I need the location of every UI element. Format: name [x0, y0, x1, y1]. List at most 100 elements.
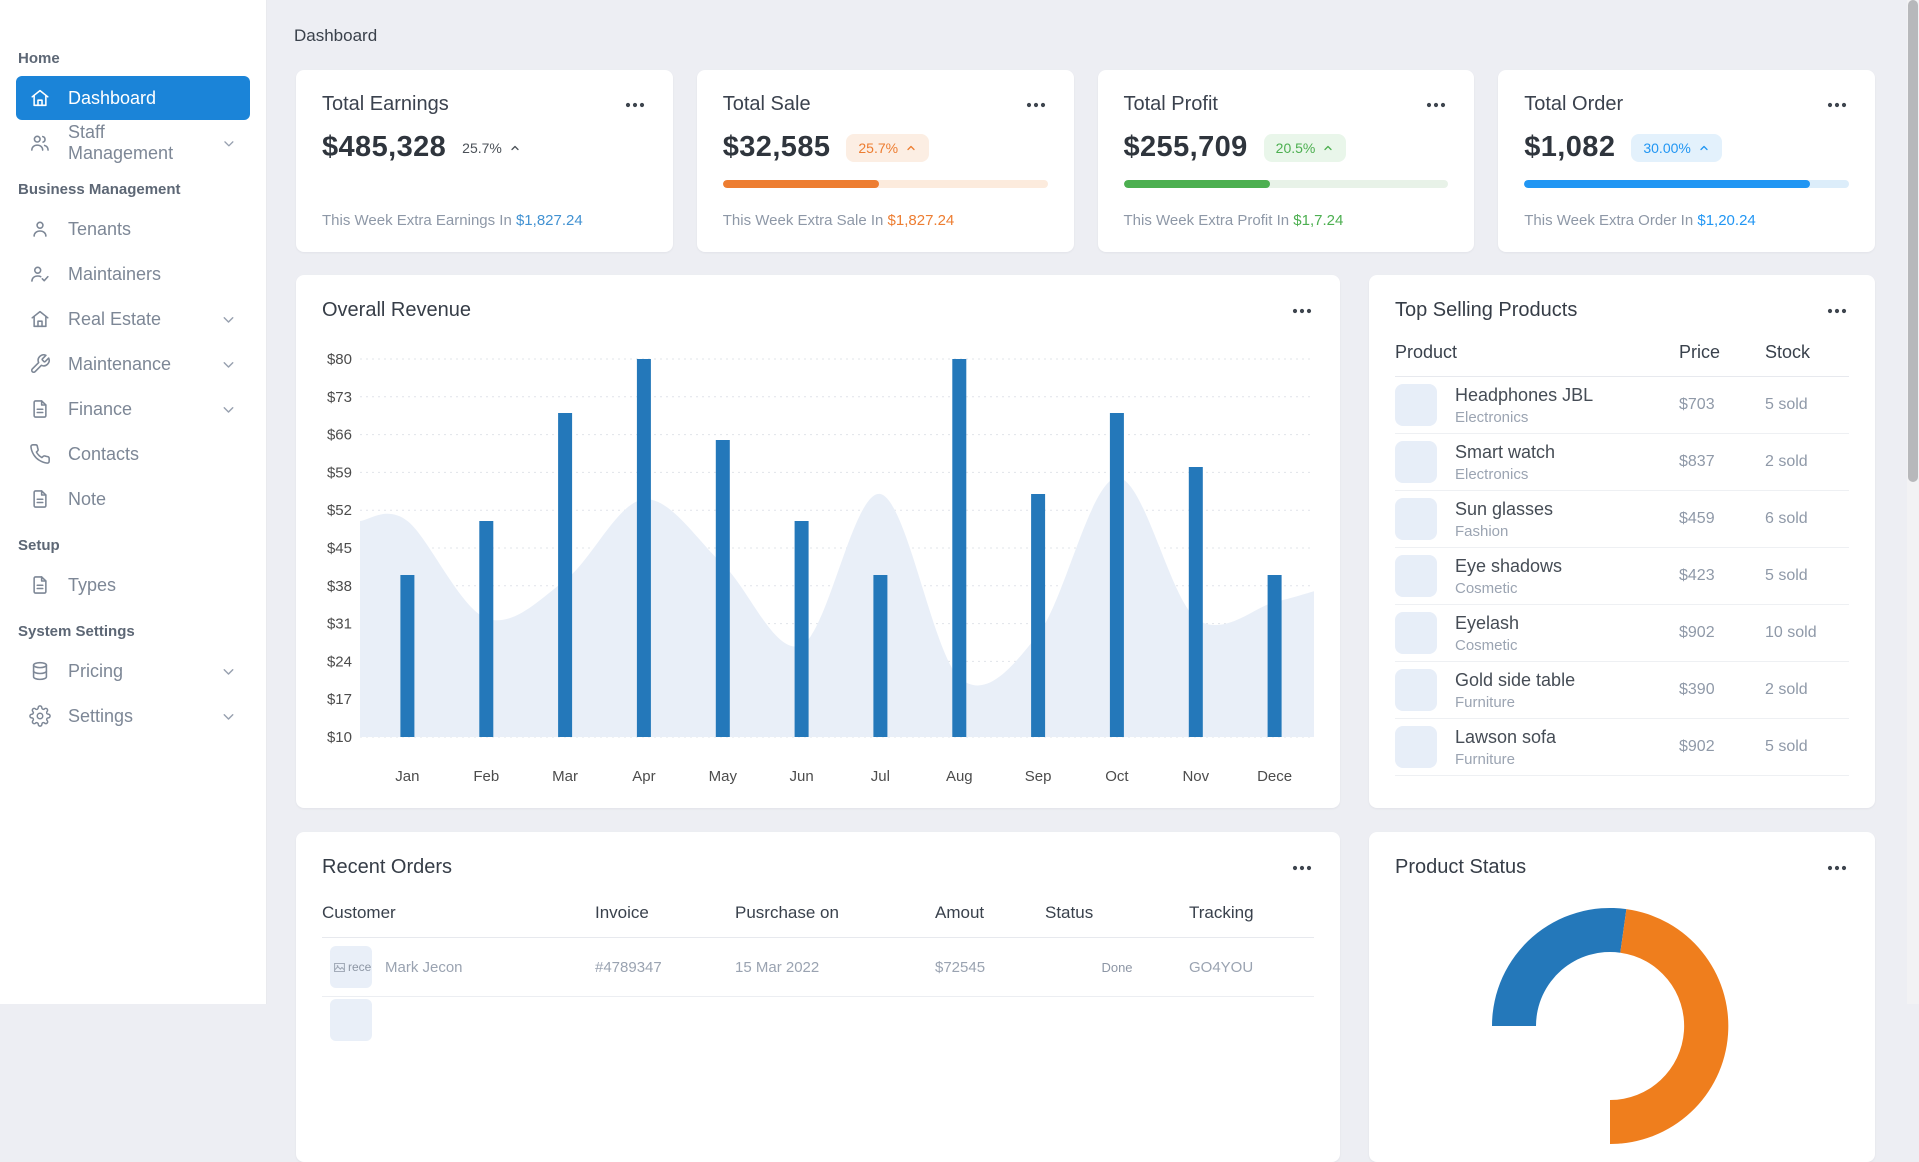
product-name: Gold side table — [1455, 669, 1576, 690]
chevron-down-icon — [223, 406, 234, 413]
product-text: Gold side table Furniture — [1455, 670, 1575, 711]
card-head: Total Profit — [1124, 93, 1449, 116]
chevron-down-icon — [223, 361, 234, 368]
sidebar-item-label: Pricing — [68, 660, 124, 681]
x-axis-label: Feb — [473, 768, 499, 785]
ellipsis-icon — [1427, 102, 1446, 107]
x-axis-label: Jan — [395, 768, 419, 785]
product-text: Eye shadows Cosmetic — [1455, 556, 1562, 597]
card-title: Total Order — [1524, 93, 1624, 115]
sidebar-item-label: Real Estate — [68, 308, 162, 329]
sidebar-item-label: Contacts — [68, 443, 140, 464]
value-row: $32,585 25.7% — [723, 131, 1048, 164]
product-main: Eye shadows Cosmetic — [1395, 555, 1679, 597]
product-stock: 2 sold — [1765, 453, 1808, 470]
orders-column-header-customer: Customer — [322, 903, 396, 922]
ellipsis-button[interactable] — [1825, 304, 1849, 318]
change-badge: 20.5% — [1263, 133, 1347, 162]
panel-head: Top Selling Products — [1369, 275, 1875, 322]
card-head: Total Sale — [723, 93, 1048, 116]
sidebar-item-contacts[interactable]: Contacts — [16, 432, 250, 476]
sidebar-item-label: Staff Management — [68, 122, 174, 163]
revenue-bar-may — [715, 440, 730, 737]
ellipsis-icon — [1827, 102, 1847, 107]
sidebar-item-maintenance[interactable]: Maintenance — [16, 342, 250, 386]
card-value: $485,328 — [322, 131, 447, 163]
products-column-header-price: Price — [1679, 342, 1721, 362]
people-icon — [31, 135, 49, 151]
stat-card-total-order: Total Order $1,082 30.00% This Week Extra O… — [1498, 70, 1875, 252]
ellipsis-button[interactable] — [1424, 98, 1448, 112]
card-title: Total Earnings — [322, 93, 449, 115]
product-category: Furniture — [1455, 693, 1516, 711]
broken-image-icon — [334, 962, 345, 972]
footer-value: $1,827.24 — [887, 212, 955, 229]
ellipsis-button[interactable] — [1290, 861, 1314, 875]
overall-revenue-title: Overall Revenue — [322, 299, 471, 321]
sidebar-item-dashboard[interactable]: Dashboard — [16, 76, 250, 120]
product-stock: 5 sold — [1765, 567, 1808, 584]
sidebar-item-staff-management[interactable]: Staff Management — [16, 121, 250, 165]
chevron-up-icon — [1700, 145, 1708, 150]
product-name: Smart watch — [1455, 441, 1556, 462]
ellipsis-button[interactable] — [623, 98, 647, 112]
ellipsis-button[interactable] — [1825, 861, 1849, 875]
y-axis-label: $17 — [327, 691, 352, 708]
x-axis-label: Sep — [1025, 768, 1052, 785]
x-axis-label: Aug — [946, 768, 973, 785]
orders-column-header-pusrchase-on: Pusrchase on — [735, 903, 839, 922]
ellipsis-icon — [1827, 865, 1847, 870]
product-main: Headphones JBL Electronics — [1395, 384, 1679, 426]
product-row-gold-side-table: Gold side table Furniture $390 2 sold — [1395, 662, 1849, 719]
sidebar-item-types[interactable]: Types — [16, 563, 250, 607]
revenue-bar-mar — [558, 413, 573, 737]
order-customer-cell: rece Mark Jecon — [322, 946, 595, 988]
sidebar-item-finance[interactable]: Finance — [16, 387, 250, 431]
sidebar-item-label: Finance — [68, 398, 133, 419]
products-header-row: Product Price Stock — [1395, 322, 1849, 377]
trend-area — [360, 477, 1314, 737]
overall-revenue-panel: Overall Revenue $80 $73 $66 $59 $52 $45 $38 $31… — [296, 275, 1340, 808]
x-axis-label: Jun — [790, 768, 814, 785]
sidebar-item-note[interactable]: Note — [16, 477, 250, 521]
main-content: Dashboard Total Earnings $485,328 25.7% Thi… — [267, 0, 1919, 1162]
product-thumbnail — [1395, 384, 1437, 426]
order-amount: $72545 — [935, 958, 986, 976]
sidebar-section-label-setup: Setup — [18, 537, 60, 554]
sidebar-item-pricing[interactable]: Pricing — [16, 649, 250, 693]
sidebar-item-real-estate[interactable]: Real Estate — [16, 297, 250, 341]
orders-column-header-tracking: Tracking — [1189, 903, 1254, 922]
footer-text: This Week Extra Profit In — [1123, 212, 1294, 229]
sidebar-item-label: Maintainers — [68, 263, 162, 284]
product-thumbnail — [1395, 669, 1437, 711]
ellipsis-button[interactable] — [1290, 304, 1314, 318]
x-axis-label: May — [709, 768, 738, 785]
orders-column-header-invoice: Invoice — [595, 903, 649, 922]
phone-icon — [30, 444, 50, 464]
scrollbar-thumb[interactable] — [1908, 0, 1918, 482]
progress-bar — [1123, 180, 1449, 188]
file-icon — [33, 400, 47, 418]
product-status-panel: Product Status — [1369, 832, 1875, 1162]
sidebar-item-settings[interactable]: Settings — [16, 694, 250, 738]
value-row: $1,082 30.00% — [1524, 131, 1849, 164]
sidebar-item-label: Settings — [68, 705, 134, 726]
ellipsis-button[interactable] — [1825, 98, 1849, 112]
footer-value: $1,7.24 — [1293, 212, 1344, 229]
progress-bar — [722, 180, 1048, 188]
product-row-smart-watch: Smart watch Electronics $837 2 sold — [1395, 434, 1849, 491]
sidebar-item-tenants[interactable]: Tenants — [16, 207, 250, 251]
sidebar-item-maintainers[interactable]: Maintainers — [16, 252, 250, 296]
product-text: Sun glasses Fashion — [1455, 499, 1553, 540]
change-value: 25.7% — [462, 139, 502, 156]
chevron-down-icon — [223, 713, 234, 720]
sidebar: Home Dashboard Staff Management Business Ma… — [0, 0, 267, 1004]
order-status: Done — [1101, 959, 1133, 975]
customer-name: Mark Jecon — [385, 958, 463, 976]
customer-avatar-partial — [330, 999, 372, 1041]
product-price: $703 — [1679, 396, 1715, 413]
product-status-title: Product Status — [1395, 856, 1527, 878]
revenue-bar-dece — [1267, 575, 1282, 737]
ellipsis-button[interactable] — [1024, 98, 1048, 112]
product-text: Headphones JBL Electronics — [1455, 385, 1593, 426]
